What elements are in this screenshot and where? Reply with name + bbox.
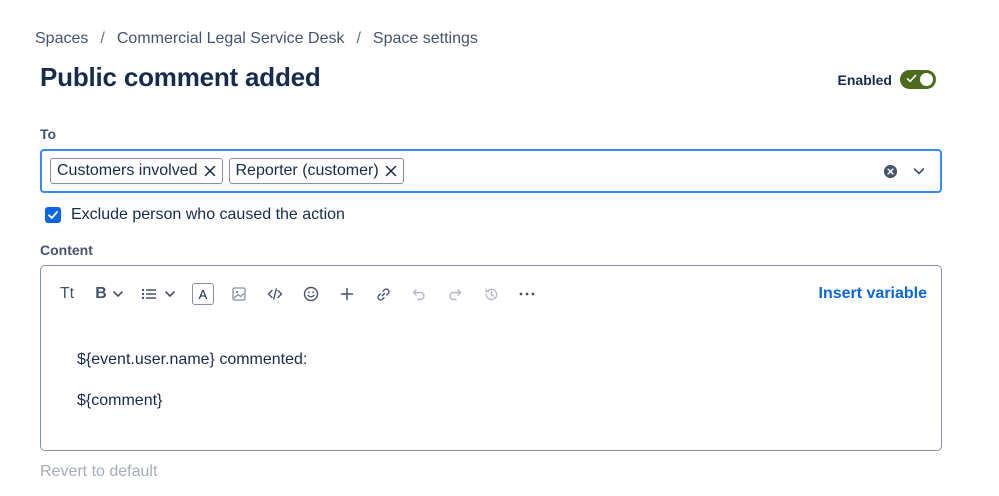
- revert-to-default-button[interactable]: Revert to default: [40, 463, 157, 481]
- recipient-chip: Customers involved: [50, 158, 223, 184]
- list-group: [139, 282, 181, 306]
- chevron-down-icon[interactable]: [109, 282, 127, 306]
- chevron-down-icon[interactable]: [912, 164, 926, 178]
- breadcrumb: Spaces / Commercial Legal Service Desk /…: [35, 30, 478, 48]
- undo-icon[interactable]: [407, 282, 431, 306]
- more-icon[interactable]: [515, 282, 539, 306]
- breadcrumb-service-desk[interactable]: Commercial Legal Service Desk: [117, 30, 345, 48]
- recipient-chip: Reporter (customer): [228, 158, 404, 184]
- clear-icon[interactable]: [883, 164, 898, 179]
- insert-variable-button[interactable]: Insert variable: [819, 285, 928, 303]
- redo-icon[interactable]: [443, 282, 467, 306]
- check-icon: [48, 211, 58, 219]
- image-icon[interactable]: [227, 282, 251, 306]
- enabled-control: Enabled: [838, 70, 936, 89]
- close-icon[interactable]: [204, 165, 216, 177]
- page-title: Public comment added: [40, 62, 321, 92]
- enabled-label: Enabled: [837, 71, 892, 88]
- to-select[interactable]: Customers involved Reporter (customer): [40, 149, 942, 193]
- exclude-row: Exclude person who caused the action: [45, 206, 345, 224]
- text-color-icon: A: [192, 283, 214, 305]
- emoji-icon[interactable]: [299, 282, 323, 306]
- chip-label: Customers involved: [57, 162, 198, 179]
- code-icon[interactable]: [263, 282, 287, 306]
- exclude-label: Exclude person who caused the action: [71, 206, 345, 223]
- breadcrumb-spaces[interactable]: Spaces: [35, 30, 88, 48]
- content-line: ${comment}: [77, 392, 163, 409]
- bold-group: B: [93, 282, 127, 306]
- to-label: To: [40, 126, 57, 142]
- editor-toolbar: Tt B A Insert variable: [55, 282, 927, 306]
- content-line: ${event.user.name} commented:: [77, 351, 308, 368]
- chip-label: Reporter (customer): [235, 162, 379, 179]
- text-color-button[interactable]: A: [191, 282, 215, 306]
- link-icon[interactable]: [371, 282, 395, 306]
- bold-icon[interactable]: B: [93, 282, 109, 306]
- exclude-checkbox[interactable]: [45, 207, 61, 223]
- plus-icon[interactable]: [335, 282, 359, 306]
- breadcrumb-separator: /: [356, 30, 361, 47]
- enabled-toggle[interactable]: [900, 70, 936, 89]
- content-editor[interactable]: Tt B A Insert variable ${event.user.name…: [40, 265, 942, 451]
- close-icon[interactable]: [385, 165, 397, 177]
- select-actions: [883, 164, 932, 179]
- breadcrumb-space-settings[interactable]: Space settings: [373, 30, 478, 48]
- check-icon: [906, 74, 917, 83]
- breadcrumb-separator: /: [100, 30, 105, 47]
- chevron-down-icon[interactable]: [159, 282, 181, 306]
- editor-content[interactable]: ${event.user.name} commented: ${comment}: [77, 350, 307, 432]
- text-style-icon[interactable]: Tt: [55, 282, 79, 306]
- page: Spaces / Commercial Legal Service Desk /…: [0, 0, 999, 496]
- content-label: Content: [40, 242, 93, 258]
- toggle-knob: [920, 73, 933, 86]
- history-icon[interactable]: [479, 282, 503, 306]
- list-icon[interactable]: [139, 282, 159, 306]
